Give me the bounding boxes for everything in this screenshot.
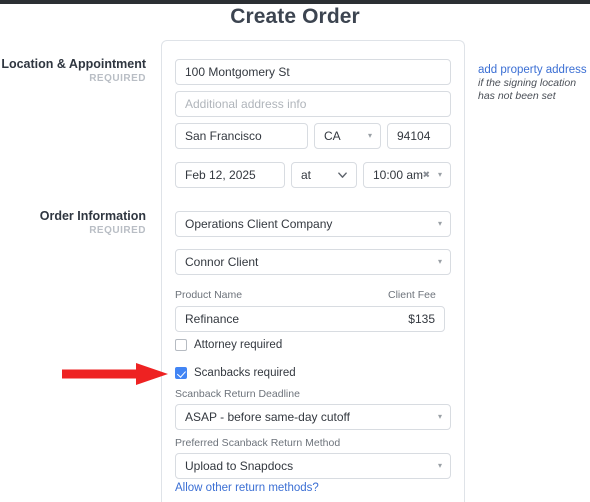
top-bar <box>0 0 590 4</box>
aside-note-line1: if the signing location <box>478 77 577 89</box>
client-company-select[interactable]: Operations Client Company ▾ <box>175 211 451 237</box>
clear-time-icon[interactable]: ✖ <box>422 170 430 180</box>
city-input[interactable]: San Francisco <box>175 123 308 149</box>
scanback-deadline-select[interactable]: ASAP - before same-day cutoff ▾ <box>175 404 451 430</box>
section-required-order: REQUIRED <box>89 225 146 236</box>
create-order-page: Create Order Location & Appointment REQU… <box>0 0 590 502</box>
property-address-aside: add property address if the signing loca… <box>478 63 590 103</box>
state-select[interactable]: CA ▾ <box>314 123 381 149</box>
appointment-time-value: 10:00 am <box>373 168 424 182</box>
time-preposition-select[interactable]: at <box>291 162 357 188</box>
chevron-down-icon <box>338 172 347 178</box>
client-contact-value: Connor Client <box>185 255 259 269</box>
client-fee-header: Client Fee <box>388 289 436 301</box>
chevron-down-icon: ▾ <box>367 131 372 140</box>
product-name-header: Product Name <box>175 289 243 301</box>
attorney-required-label: Attorney required <box>194 339 283 351</box>
appointment-time-select[interactable]: 10:00 am ✖ ▾ <box>363 162 451 188</box>
product-name-value: Refinance <box>185 312 240 326</box>
add-property-address-link[interactable]: add property address <box>478 63 590 77</box>
chevron-down-icon: ▾ <box>437 219 442 228</box>
chevron-down-icon: ▾ <box>437 461 442 470</box>
chevron-down-icon: ▾ <box>437 257 442 266</box>
aside-note-line2: has not been set <box>478 90 556 102</box>
allow-other-return-methods-link[interactable]: Allow other return methods? <box>175 482 319 494</box>
scanbacks-required-checkbox[interactable] <box>175 367 187 379</box>
time-preposition-value: at <box>301 168 312 182</box>
scanbacks-required-row[interactable]: Scanbacks required <box>175 367 296 379</box>
chevron-down-icon: ▾ <box>437 412 442 421</box>
appointment-date-input[interactable]: Feb 12, 2025 <box>175 162 285 188</box>
client-contact-select[interactable]: Connor Client ▾ <box>175 249 451 275</box>
appointment-date-value: Feb 12, 2025 <box>185 168 256 182</box>
street-address-value: 100 Montgomery St <box>185 65 290 79</box>
section-title-location: Location & Appointment <box>1 57 146 71</box>
city-value: San Francisco <box>185 129 262 143</box>
scanbacks-required-label: Scanbacks required <box>194 367 296 379</box>
section-label-order: Order Information REQUIRED <box>0 209 146 238</box>
client-fee-value[interactable]: $135 <box>408 312 435 326</box>
street-address-input[interactable]: 100 Montgomery St <box>175 59 451 85</box>
additional-address-placeholder: Additional address info <box>185 97 307 111</box>
scanback-method-label: Preferred Scanback Return Method <box>175 437 341 449</box>
scanback-deadline-value: ASAP - before same-day cutoff <box>185 410 350 424</box>
state-value: CA <box>324 129 341 143</box>
zip-value: 94104 <box>397 129 431 143</box>
scanback-method-value: Upload to Snapdocs <box>185 459 294 473</box>
client-company-value: Operations Client Company <box>185 217 333 231</box>
additional-address-input[interactable]: Additional address info <box>175 91 451 117</box>
attorney-required-row[interactable]: Attorney required <box>175 339 282 351</box>
page-title: Create Order <box>230 5 360 28</box>
section-required-location: REQUIRED <box>89 73 146 84</box>
scanback-method-select[interactable]: Upload to Snapdocs ▾ <box>175 453 451 479</box>
section-title-order: Order Information <box>39 209 146 223</box>
chevron-down-icon: ▾ <box>437 170 442 179</box>
product-row[interactable]: Refinance $135 <box>175 306 445 332</box>
zip-input[interactable]: 94104 <box>387 123 451 149</box>
scanback-deadline-label: Scanback Return Deadline <box>175 388 300 400</box>
section-label-location: Location & Appointment REQUIRED <box>0 57 146 86</box>
annotation-arrow-icon <box>62 363 168 385</box>
attorney-required-checkbox[interactable] <box>175 339 187 351</box>
